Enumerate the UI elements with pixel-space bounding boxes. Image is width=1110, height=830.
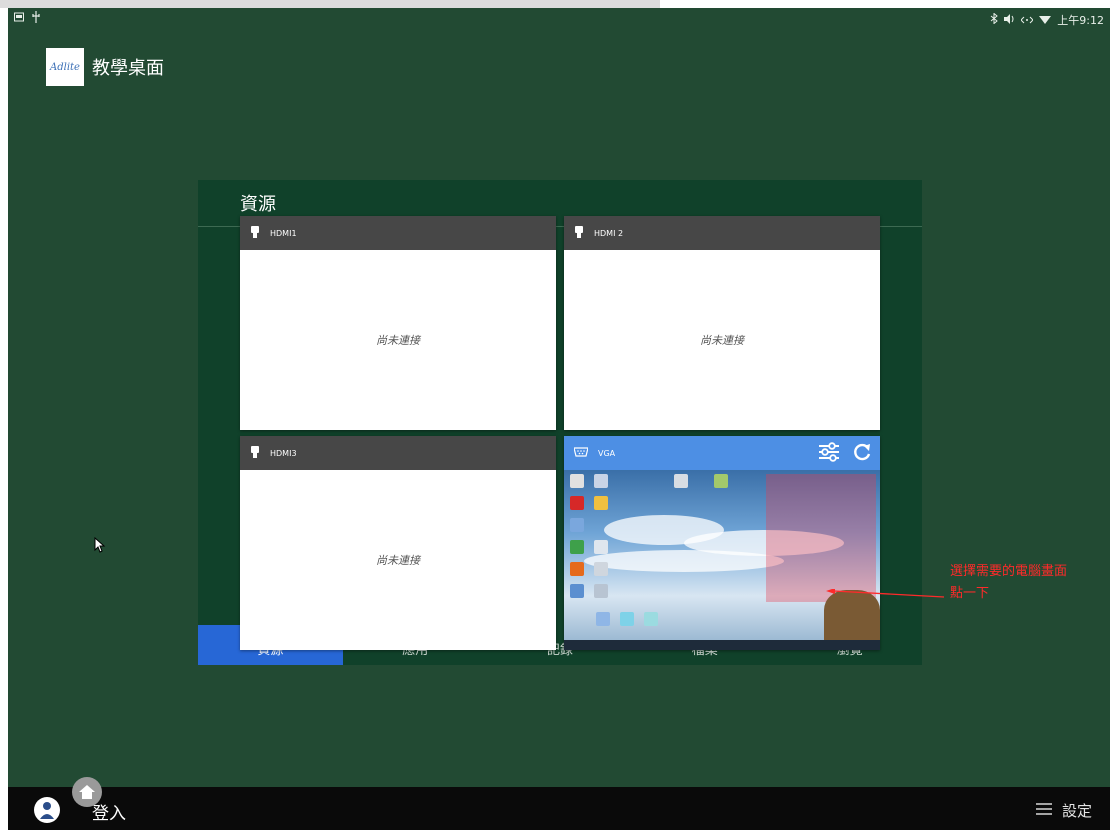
vga-preview-screen[interactable] — [564, 470, 880, 650]
menu-icon — [1035, 802, 1052, 820]
source-status: 尚未連接 — [376, 554, 420, 567]
desktop-brand: Adlite 教學桌面 — [46, 48, 164, 86]
vga-port-icon — [573, 447, 589, 459]
annotation-arrow — [826, 586, 950, 605]
settings-button[interactable]: 設定 — [1035, 800, 1092, 821]
settings-label: 設定 — [1061, 802, 1092, 820]
brand-logo: Adlite — [46, 48, 84, 86]
hdmi-plug-icon — [250, 446, 260, 460]
bluetooth-icon — [990, 12, 999, 27]
teaching-desktop: Adlite 教學桌面 資源 資源 應用 記錄 檔案 瀏覽 HDMI1 尚未連接… — [8, 30, 1110, 787]
login-button[interactable]: 登入 — [92, 799, 126, 824]
usb-icon — [32, 11, 40, 26]
source-card-header: HDMI3 — [240, 436, 556, 470]
source-name: HDMI1 — [270, 228, 297, 238]
annotation-line-2: 點一下 — [950, 586, 990, 601]
status-bar: 上午9:12 — [8, 8, 1110, 30]
user-avatar-icon[interactable] — [34, 797, 60, 823]
source-card-header: HDMI1 — [240, 216, 556, 250]
top-strip — [0, 0, 660, 8]
source-card-header: VGA — [564, 436, 880, 470]
source-status: 尚未連接 — [376, 334, 420, 347]
source-card-header: HDMI 2 — [564, 216, 880, 250]
source-card-vga[interactable]: VGA — [564, 436, 880, 650]
panel-title: 資源 — [240, 194, 276, 215]
source-name: VGA — [598, 448, 616, 458]
annotation-line-1: 選擇需要的電腦畫面 — [950, 564, 1068, 579]
instruction-annotation: 選擇需要的電腦畫面 點一下 — [950, 561, 1067, 605]
refresh-icon[interactable] — [852, 442, 872, 464]
bottom-bar: 登入 設定 — [8, 777, 1110, 830]
source-card-hdmi3[interactable]: HDMI3 尚未連接 — [240, 436, 556, 650]
mouse-cursor-icon — [94, 536, 106, 557]
gallery-icon — [14, 12, 24, 25]
source-card-hdmi2[interactable]: HDMI 2 尚未連接 — [564, 216, 880, 430]
clock: 上午9:12 — [1057, 14, 1104, 27]
desktop-title: 教學桌面 — [92, 58, 164, 79]
volume-icon — [1004, 13, 1015, 27]
ethernet-icon — [1020, 14, 1035, 27]
wifi-icon — [1039, 14, 1052, 27]
hdmi-plug-icon — [250, 226, 260, 240]
source-status: 尚未連接 — [700, 334, 744, 347]
source-name: HDMI 2 — [594, 228, 624, 238]
hdmi-plug-icon — [574, 226, 584, 240]
settings-sliders-icon[interactable] — [818, 442, 840, 464]
source-name: HDMI3 — [270, 448, 297, 458]
source-card-hdmi1[interactable]: HDMI1 尚未連接 — [240, 216, 556, 430]
